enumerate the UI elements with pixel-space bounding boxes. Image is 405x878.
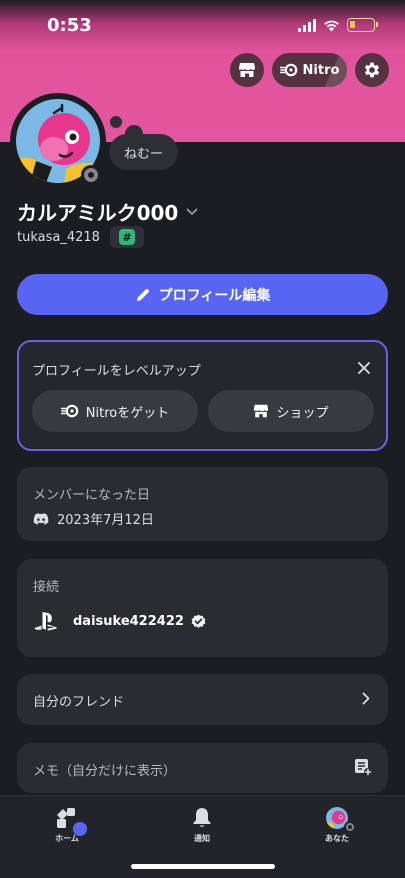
connection-name-row: daisuke422422: [73, 614, 206, 629]
shop-icon: [254, 404, 269, 418]
shop-label: ショップ: [276, 405, 329, 421]
offline-status-indicator: [81, 165, 101, 185]
username: tukasa_4218: [17, 229, 100, 245]
edit-profile-label: プロフィール編集: [158, 287, 271, 304]
memo-card[interactable]: メモ（自分だけに表示）: [17, 743, 388, 793]
level-up-title: プロフィールをレベルアップ: [32, 364, 201, 379]
custom-status-text: ねむー: [123, 146, 163, 162]
nitro-button-label: Nitro: [302, 62, 340, 78]
profile-badge[interactable]: #: [109, 226, 144, 248]
settings-button[interactable]: [355, 53, 389, 87]
connection-account-name: daisuke422422: [73, 613, 184, 629]
shop-icon: [239, 63, 255, 77]
connection-item[interactable]: daisuke422422: [33, 611, 206, 631]
battery-icon: [347, 18, 378, 32]
discord-logo-icon: [33, 512, 49, 525]
display-name: カルアミルク000: [17, 201, 179, 225]
connections-card: 接続 daisuke422422: [17, 559, 388, 657]
verified-check-icon: [191, 614, 206, 628]
tab-you-label: あなた: [325, 834, 349, 843]
member-since-row: 2023年7月12日: [33, 509, 154, 528]
friends-label: 自分のフレンド: [33, 695, 125, 710]
get-nitro-button[interactable]: Nitroをゲット: [32, 390, 198, 432]
status-icons: [298, 18, 378, 32]
memo-label: メモ（自分だけに表示）: [33, 764, 177, 779]
member-since-label: メンバーになった日: [33, 488, 151, 503]
tab-notifications-label: 通知: [194, 834, 210, 843]
gear-icon: [364, 62, 380, 78]
nitro-icon: [60, 404, 79, 418]
status-time: 0:53: [47, 15, 92, 36]
get-nitro-label: Nitroをゲット: [85, 405, 170, 421]
nitro-button[interactable]: Nitro: [272, 53, 347, 87]
status-bar: 0:53: [0, 0, 405, 54]
chevron-right-icon: [362, 692, 370, 705]
friends-card[interactable]: 自分のフレンド: [17, 674, 388, 725]
custom-status-bubble[interactable]: ねむー: [109, 134, 178, 170]
wifi-icon: [324, 20, 339, 31]
offline-status-indicator: [344, 821, 356, 833]
shop-button[interactable]: [230, 53, 264, 87]
tab-notifications[interactable]: 通知: [167, 807, 237, 844]
add-note-icon[interactable]: [354, 758, 372, 776]
close-button[interactable]: [356, 360, 372, 376]
home-notification-badge: [73, 822, 87, 836]
connections-label: 接続: [33, 580, 60, 595]
bell-icon: [193, 808, 211, 827]
tab-you[interactable]: あなた: [302, 807, 372, 844]
home-indicator[interactable]: [131, 864, 275, 869]
hashtag-badge-icon: #: [118, 229, 135, 245]
display-name-row[interactable]: カルアミルク000: [17, 197, 198, 226]
level-up-card: プロフィールをレベルアップ Nitroをゲット ショップ: [17, 340, 388, 451]
signal-icon: [298, 18, 316, 32]
close-icon: [358, 362, 370, 374]
chevron-down-icon[interactable]: [186, 208, 198, 216]
pencil-icon: [136, 288, 149, 301]
nitro-icon: [279, 63, 297, 77]
member-since-card: メンバーになった日 2023年7月12日: [17, 467, 388, 541]
status-bubble-tail: [110, 116, 122, 128]
member-since-date: 2023年7月12日: [57, 513, 154, 528]
tab-home[interactable]: ホーム: [32, 807, 102, 844]
shop-button[interactable]: ショップ: [208, 390, 374, 432]
username-row: tukasa_4218 #: [17, 226, 144, 248]
playstation-icon: [34, 612, 57, 631]
edit-profile-button[interactable]: プロフィール編集: [17, 274, 388, 315]
